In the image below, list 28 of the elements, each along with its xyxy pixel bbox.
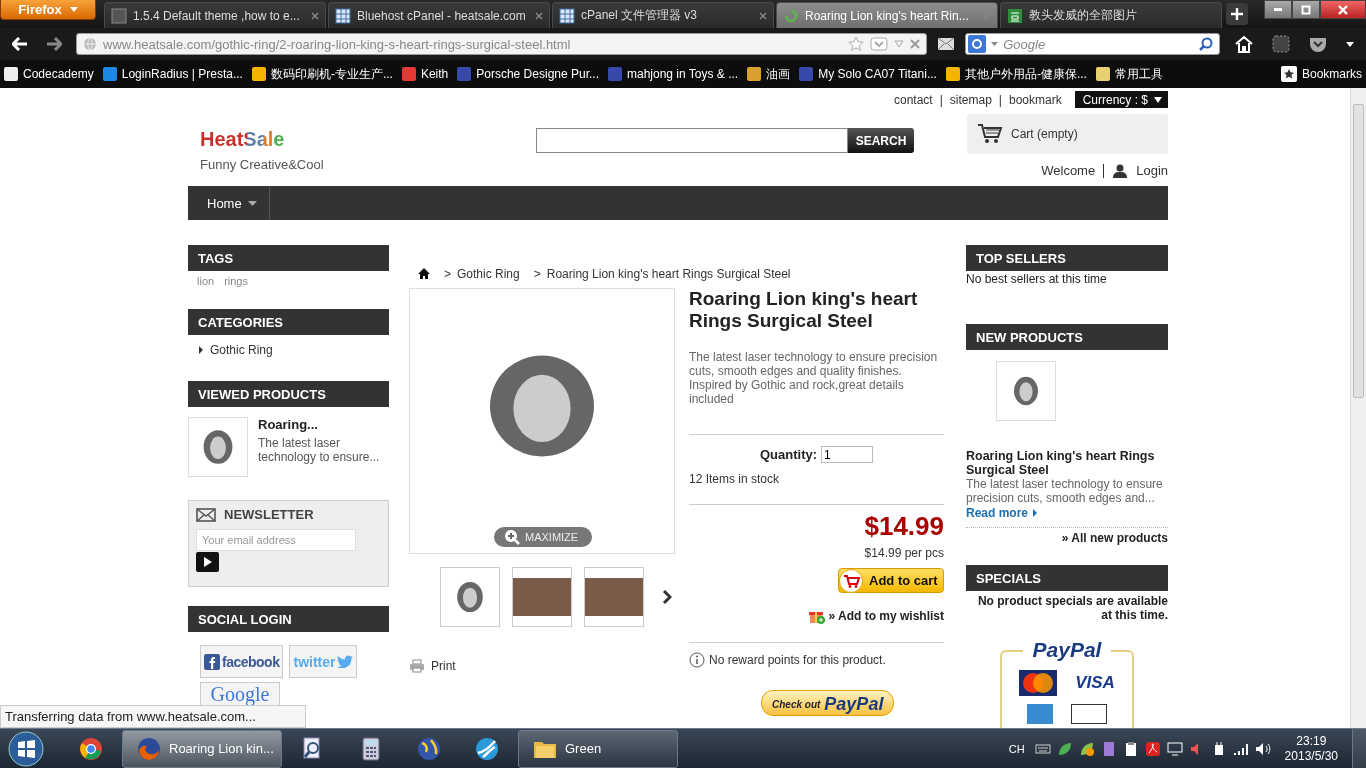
product-description: The latest laser technology to ensure... — [258, 436, 381, 464]
block-heading: SPECIALS — [966, 565, 1168, 591]
product-description: The latest laser technology to ensure precision cuts, smooth edges and... — [966, 477, 1164, 505]
block-heading: CATEGORIES — [188, 309, 389, 335]
block-heading: TOP SELLERS — [966, 245, 1168, 271]
product-title: Roaring Lion king's heart Rings Surgical Steel — [689, 288, 919, 332]
empty-message: No product specials are available at this time. — [976, 593, 1168, 622]
visa-logo: VISA — [1075, 673, 1115, 693]
empty-message: No best sellers at this time — [966, 271, 1108, 286]
breadcrumb-item: Roaring Lion king's heart Rings Surgical Steel — [546, 266, 791, 281]
product-description: The latest laser technology to ensure precision cuts, smooth edges and quality finishes. Inspired by Gothic and rock,great details included — [689, 350, 939, 406]
breadcrumb-separator: > — [533, 266, 541, 281]
welcome-text: Welcome — [1041, 163, 1096, 178]
breadcrumb-separator: > — [444, 266, 451, 281]
quantity-label: Quantity: — [759, 447, 818, 462]
status-tooltip: Transferring data from www.heatsale.com... — [0, 705, 306, 728]
block-heading: VIEWED PRODUCTS — [188, 381, 389, 407]
tagline: Funny Creative&Cool — [200, 157, 325, 172]
separator: | — [998, 92, 1002, 107]
reward-text: No reward points for this product. — [709, 653, 886, 667]
block-heading: SOCIAL LOGIN — [188, 606, 389, 632]
separator: | — [939, 92, 943, 107]
block-heading: NEW PRODUCTS — [966, 324, 1168, 350]
unit-price: $14.99 per pcs — [864, 546, 944, 560]
stock-text: 12 Items in stock — [689, 472, 781, 486]
block-heading: TAGS — [188, 245, 389, 271]
price: $14.99 — [864, 511, 944, 542]
newsletter-title: NEWSLETTER — [224, 507, 314, 522]
